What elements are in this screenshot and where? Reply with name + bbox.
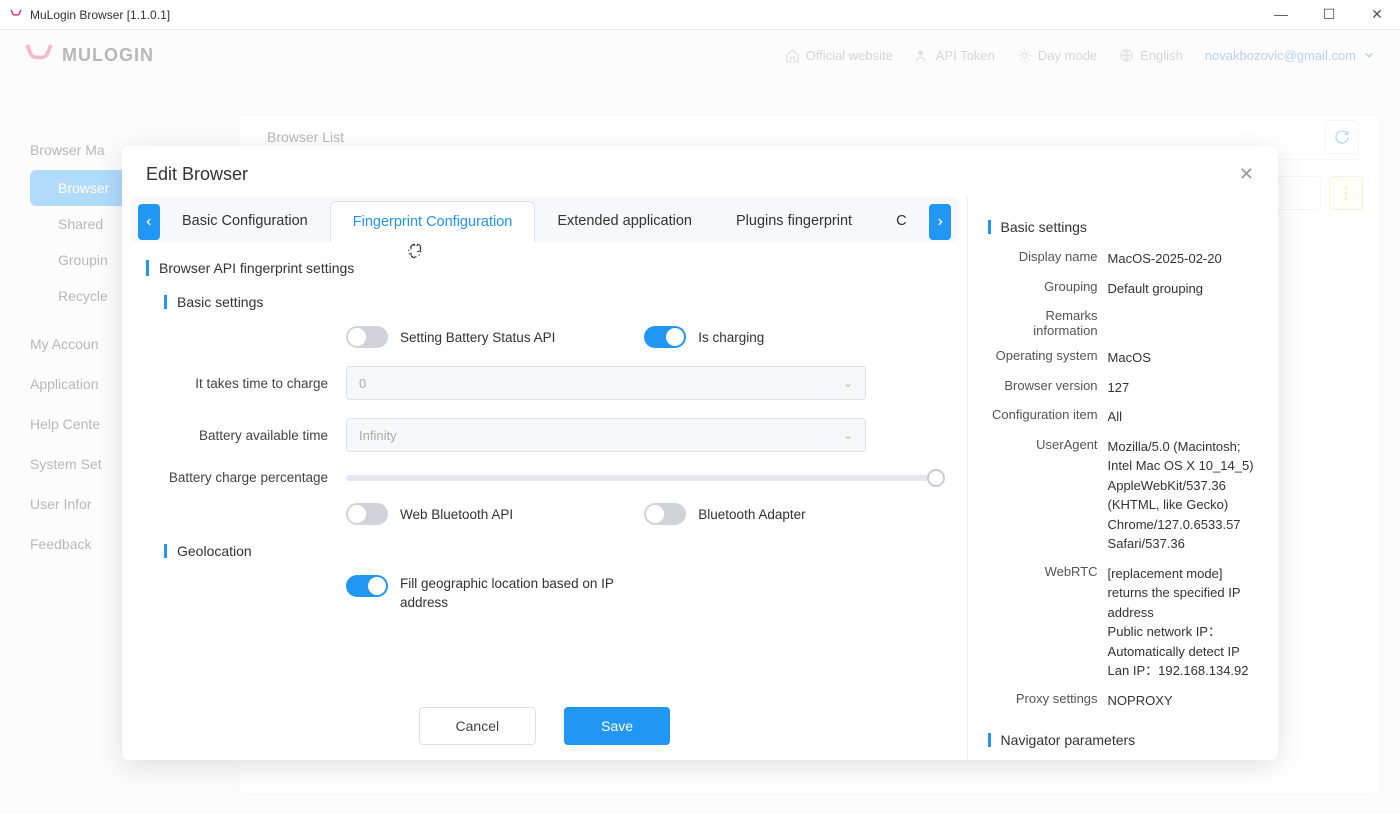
window-titlebar: MuLogin Browser [1.1.0.1] — ☐ ✕: [0, 0, 1400, 30]
select-battery-available[interactable]: Infinity ⌄: [346, 418, 866, 452]
window-close[interactable]: ✕: [1362, 6, 1392, 23]
subsection-geolocation: Geolocation: [164, 543, 943, 559]
window-maximize[interactable]: ☐: [1314, 6, 1344, 23]
tab-fingerprint-config[interactable]: Fingerprint Configuration: [330, 201, 536, 242]
toggle-web-bluetooth-label: Web Bluetooth API: [400, 507, 513, 522]
select-time-to-charge[interactable]: 0 ⌄: [346, 366, 866, 400]
tabs-scroll-right[interactable]: [929, 204, 951, 240]
section-api-fingerprint: Browser API fingerprint settings: [146, 260, 943, 276]
tab-basic-config[interactable]: Basic Configuration: [160, 201, 330, 242]
modal-title: Edit Browser: [146, 164, 248, 185]
slider-thumb[interactable]: [927, 469, 945, 487]
save-button[interactable]: Save: [564, 707, 670, 745]
tab-plugins-fingerprint[interactable]: Plugins fingerprint: [714, 201, 874, 242]
slider-battery-charge[interactable]: [346, 475, 943, 481]
cancel-button[interactable]: Cancel: [419, 707, 537, 745]
subsection-basic-settings: Basic settings: [164, 294, 943, 310]
tab-more[interactable]: C: [874, 201, 928, 242]
window-minimize[interactable]: —: [1266, 6, 1296, 23]
summary-panel: Basic settings Display nameMacOS-2025-02…: [967, 197, 1278, 760]
toggle-battery-status-api-label: Setting Battery Status API: [400, 330, 555, 345]
app-icon: [8, 7, 24, 23]
edit-browser-modal: Edit Browser ✕ Basic Configuration Finge…: [122, 146, 1278, 760]
toggle-is-charging[interactable]: [644, 326, 686, 348]
label-battery-charge-pct: Battery charge percentage: [146, 470, 346, 485]
label-time-to-charge: It takes time to charge: [146, 376, 346, 391]
toggle-bluetooth-adapter-label: Bluetooth Adapter: [698, 507, 805, 522]
tabs-scroll-left[interactable]: [138, 204, 160, 240]
chevron-down-icon: ⌄: [843, 376, 853, 390]
tab-extended-app[interactable]: Extended application: [535, 201, 714, 242]
toggle-is-charging-label: Is charging: [698, 330, 764, 345]
toggle-bluetooth-adapter[interactable]: [644, 503, 686, 525]
toggle-web-bluetooth[interactable]: [346, 503, 388, 525]
toggle-fill-geo-label: Fill geographic location based on IP add…: [400, 575, 630, 613]
close-icon[interactable]: ✕: [1239, 164, 1254, 185]
window-title: MuLogin Browser [1.1.0.1]: [30, 8, 170, 22]
label-battery-available: Battery available time: [146, 428, 346, 443]
toggle-fill-geo[interactable]: [346, 575, 388, 597]
chevron-down-icon: ⌄: [843, 428, 853, 442]
toggle-battery-status-api[interactable]: [346, 326, 388, 348]
